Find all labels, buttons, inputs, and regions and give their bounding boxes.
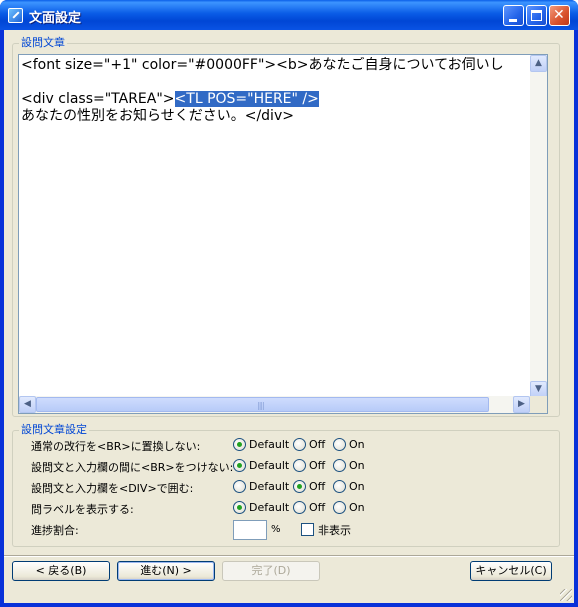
- setting-label: 問ラベルを表示する:: [31, 503, 134, 516]
- scroll-right-button[interactable]: ▶: [513, 396, 530, 413]
- editor-text-span: あなたの性別をお知らせください。</div>: [21, 108, 294, 124]
- radio-option-on[interactable]: On: [333, 501, 365, 514]
- radio-label: Default: [249, 501, 290, 514]
- minimize-button[interactable]: [503, 5, 524, 26]
- setting-label: 通常の改行を<BR>に置換しない:: [31, 440, 201, 453]
- cancel-button[interactable]: キャンセル(C): [470, 561, 552, 581]
- radio-label: On: [349, 459, 365, 472]
- radio-button[interactable]: [233, 501, 246, 514]
- radio-label: Off: [309, 459, 326, 472]
- question-text-group: 設問文章 <font size="+1" color="#0000FF"><b>…: [12, 37, 560, 417]
- radio-label: Off: [309, 438, 326, 451]
- back-button[interactable]: < 戻る(B): [12, 561, 110, 581]
- settings-legend: 設問文章設定: [19, 423, 89, 436]
- progress-label: 進捗割合:: [31, 524, 79, 537]
- question-text-legend: 設問文章: [19, 36, 67, 49]
- grip-icon: ||||: [257, 401, 265, 410]
- window-title: 文面設定: [29, 11, 82, 26]
- radio-button[interactable]: [293, 480, 306, 493]
- footer-divider: [4, 555, 574, 557]
- radio-option-off[interactable]: Off: [293, 438, 325, 451]
- hide-progress-label: 非表示: [318, 524, 351, 537]
- progress-input[interactable]: [233, 520, 267, 540]
- radio-option-default[interactable]: Default: [233, 480, 289, 493]
- setting-row: 問ラベルを表示する: Default Off On: [31, 499, 561, 517]
- radio-label: Default: [249, 438, 290, 451]
- setting-row: 設問文と入力欄を<DIV>で囲む: Default Off On: [31, 478, 561, 496]
- radio-option-off[interactable]: Off: [293, 480, 325, 493]
- radio-option-default[interactable]: Default: [233, 438, 289, 451]
- radio-label: Off: [309, 480, 326, 493]
- question-text-editor[interactable]: <font size="+1" color="#0000FF"><b>あなたご自…: [18, 54, 548, 414]
- horizontal-scrollbar[interactable]: ◀ |||| ▶: [19, 396, 530, 413]
- radio-option-on[interactable]: On: [333, 480, 365, 493]
- radio-button[interactable]: [333, 480, 346, 493]
- title-bar[interactable]: 文面設定 ✕: [0, 0, 578, 30]
- radio-button[interactable]: [333, 438, 346, 451]
- radio-button[interactable]: [333, 501, 346, 514]
- radio-button[interactable]: [293, 459, 306, 472]
- minimize-icon: [509, 19, 517, 22]
- radio-label: Off: [309, 501, 326, 514]
- arrow-down-icon: ▼: [535, 384, 542, 394]
- editor-line: <div class="TAREA"><TL POS="HERE" />: [21, 91, 526, 108]
- dialog-window: 文面設定 ✕ 設問文章 <font size="+1" color="#0000…: [0, 0, 578, 607]
- radio-button[interactable]: [233, 480, 246, 493]
- editor-text-span: <div class="TAREA">: [21, 91, 175, 107]
- progress-row: 進捗割合: % 非表示: [31, 520, 561, 540]
- dialog-body: 設問文章 <font size="+1" color="#0000FF"><b>…: [4, 30, 574, 603]
- selected-text: <TL POS="HERE" />: [174, 91, 319, 107]
- arrow-left-icon: ◀: [24, 399, 31, 409]
- editor-line: あなたの性別をお知らせください。</div>: [21, 108, 526, 125]
- radio-button[interactable]: [333, 459, 346, 472]
- arrow-up-icon: ▲: [535, 58, 542, 68]
- radio-label: On: [349, 501, 365, 514]
- radio-button[interactable]: [293, 501, 306, 514]
- radio-label: On: [349, 438, 365, 451]
- radio-button[interactable]: [293, 438, 306, 451]
- radio-option-on[interactable]: On: [333, 459, 365, 472]
- radio-option-default[interactable]: Default: [233, 501, 289, 514]
- radio-button[interactable]: [233, 438, 246, 451]
- setting-row: 設問文と入力欄の間に<BR>をつけない: Default Off On: [31, 457, 561, 475]
- next-button[interactable]: 進む(N) >: [117, 561, 215, 581]
- arrow-right-icon: ▶: [518, 399, 525, 409]
- setting-label: 設問文と入力欄を<DIV>で囲む:: [31, 482, 194, 495]
- horizontal-scroll-thumb[interactable]: ||||: [36, 397, 489, 412]
- editor-line: <font size="+1" color="#0000FF"><b>あなたご自…: [21, 57, 526, 74]
- close-icon: ✕: [553, 7, 565, 23]
- resize-grip[interactable]: [560, 589, 572, 601]
- hide-progress-checkbox[interactable]: [301, 523, 314, 536]
- editor-content[interactable]: <font size="+1" color="#0000FF"><b>あなたご自…: [21, 57, 526, 398]
- maximize-icon: [531, 10, 542, 21]
- radio-option-off[interactable]: Off: [293, 459, 325, 472]
- close-button[interactable]: ✕: [549, 5, 570, 26]
- settings-group: 設問文章設定 通常の改行を<BR>に置換しない: Default Off On 設問文と…: [12, 424, 561, 547]
- setting-label: 設問文と入力欄の間に<BR>をつけない:: [31, 461, 234, 474]
- finish-button: 完了(D): [222, 561, 320, 581]
- setting-row: 通常の改行を<BR>に置換しない: Default Off On: [31, 436, 561, 454]
- scroll-up-button[interactable]: ▲: [530, 55, 547, 72]
- radio-label: On: [349, 480, 365, 493]
- radio-option-off[interactable]: Off: [293, 501, 325, 514]
- scroll-left-button[interactable]: ◀: [19, 396, 36, 413]
- vertical-scrollbar[interactable]: ▲ ▼: [530, 55, 547, 398]
- radio-button[interactable]: [233, 459, 246, 472]
- scroll-corner: [530, 396, 547, 413]
- radio-label: Default: [249, 480, 290, 493]
- app-icon: [8, 8, 23, 23]
- radio-option-default[interactable]: Default: [233, 459, 289, 472]
- radio-label: Default: [249, 459, 290, 472]
- percent-unit: %: [271, 524, 281, 535]
- maximize-button[interactable]: [526, 5, 547, 26]
- radio-option-on[interactable]: On: [333, 438, 365, 451]
- editor-text-span: <font size="+1" color="#0000FF"><b>あなたご自…: [21, 57, 504, 73]
